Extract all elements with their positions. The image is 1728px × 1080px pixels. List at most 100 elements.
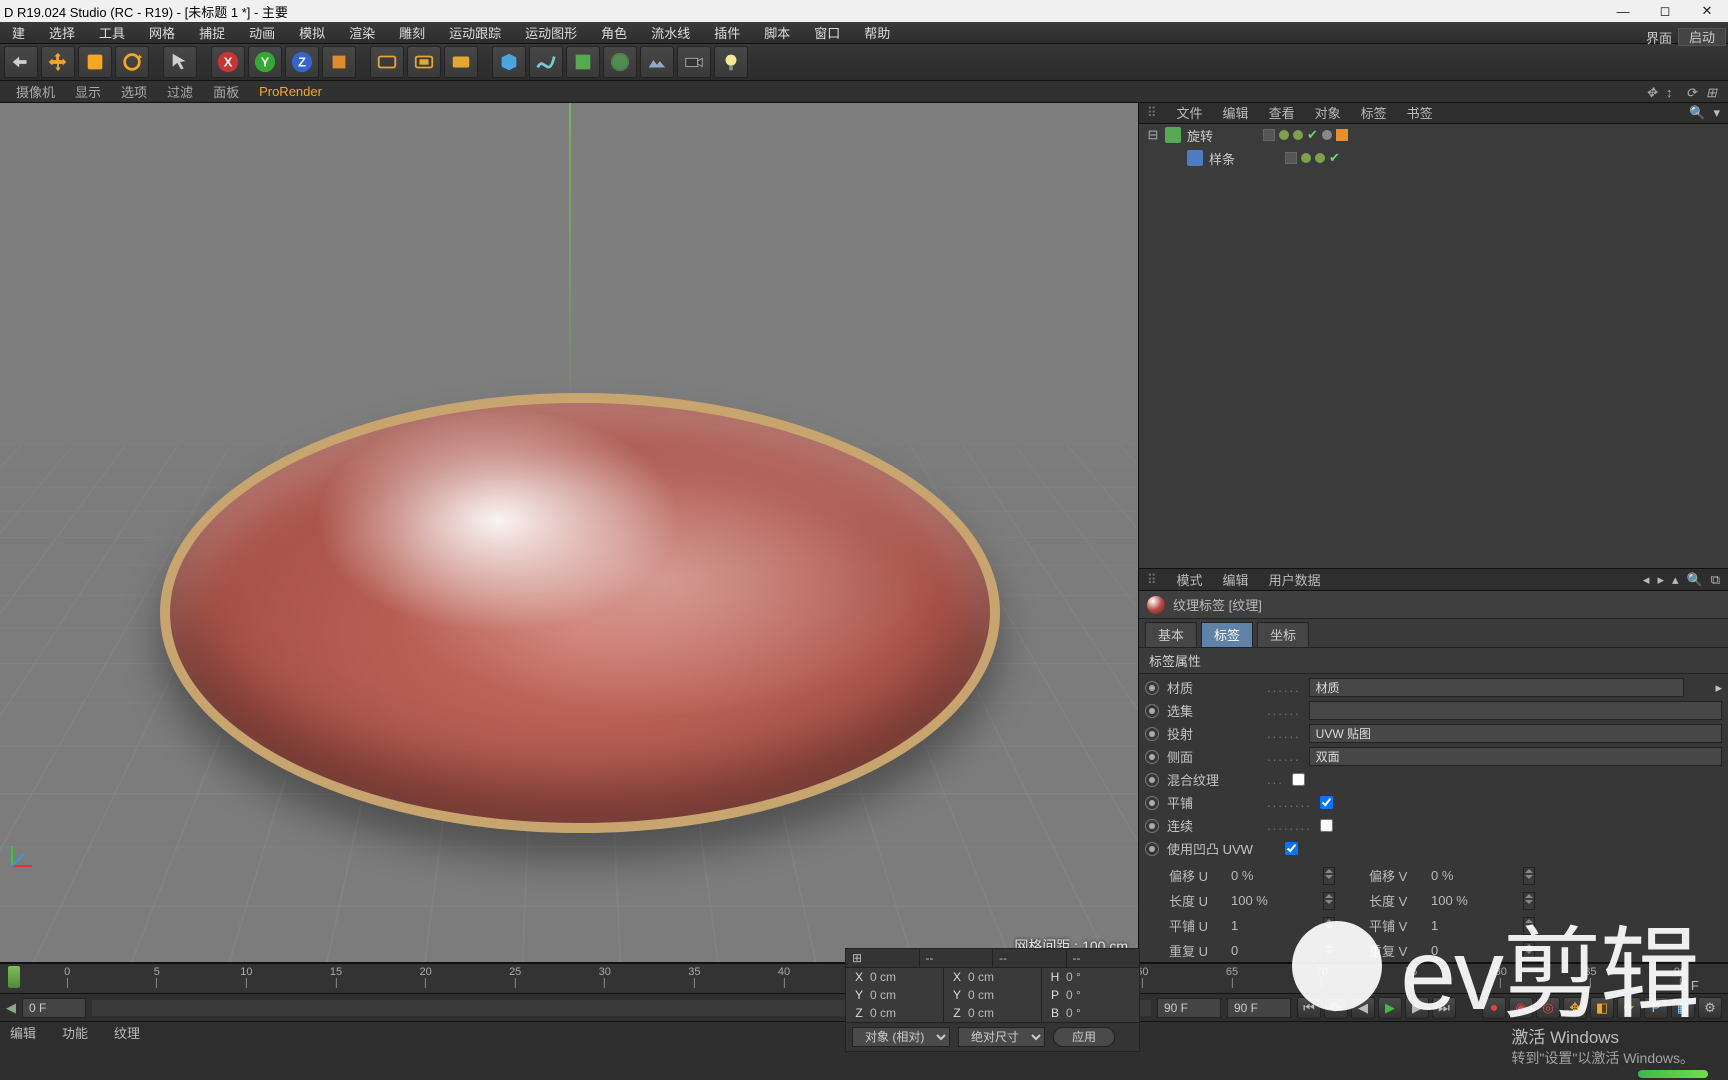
play-button[interactable]: ▶ xyxy=(1378,997,1402,1019)
key-rot-button[interactable]: ⟳ xyxy=(1617,997,1641,1019)
visibility-render-icon[interactable] xyxy=(1293,130,1303,140)
vp-nav-icon[interactable]: ↕ xyxy=(1666,85,1680,99)
spinner[interactable] xyxy=(1523,867,1535,885)
pick-icon[interactable]: 🔍 xyxy=(1687,572,1703,588)
window-minimize-button[interactable]: — xyxy=(1616,4,1630,18)
tileV-field[interactable]: 1 xyxy=(1431,918,1517,933)
obj-tab[interactable]: 文件 xyxy=(1177,103,1203,122)
filter-icon[interactable]: ▾ xyxy=(1713,105,1720,121)
offsetU-field[interactable]: 0 % xyxy=(1231,868,1317,883)
spinner[interactable] xyxy=(1323,892,1335,910)
subtab-tag[interactable]: 标签 xyxy=(1201,622,1253,647)
obj-tab[interactable]: 对象 xyxy=(1315,103,1341,122)
step-back-button[interactable]: ◀ xyxy=(1351,997,1375,1019)
size-y-field[interactable]: 0 cm xyxy=(968,988,994,1002)
layer-icon[interactable] xyxy=(1263,129,1275,141)
bottomtab[interactable]: 纹理 xyxy=(114,1023,140,1042)
material-tag-icon[interactable] xyxy=(1336,129,1348,141)
nav-back-icon[interactable]: ◂ xyxy=(1643,572,1650,588)
rot-p-field[interactable]: 0 ° xyxy=(1066,988,1081,1002)
menu-item[interactable]: 角色 xyxy=(589,23,639,42)
key-options-button[interactable]: ⚙ xyxy=(1698,997,1722,1019)
key-pos-button[interactable]: ✥ xyxy=(1563,997,1587,1019)
menu-item[interactable]: 工具 xyxy=(87,23,137,42)
key-scale-button[interactable]: ◧ xyxy=(1590,997,1614,1019)
axis-x-button[interactable]: X xyxy=(211,46,245,78)
coord-rel-select[interactable]: 对象 (相对) xyxy=(852,1027,950,1047)
loop-button[interactable]: ⟳ xyxy=(1324,997,1348,1019)
bottomtab[interactable]: 编辑 xyxy=(10,1023,36,1042)
material-picker-icon[interactable]: ▸ xyxy=(1715,680,1722,696)
menu-item[interactable]: 运动跟踪 xyxy=(437,23,513,42)
record-button[interactable]: ⏺ xyxy=(1482,997,1506,1019)
menu-item[interactable]: 插件 xyxy=(702,23,752,42)
subtab-coord[interactable]: 坐标 xyxy=(1257,622,1309,647)
coordinate-system-button[interactable] xyxy=(322,46,356,78)
autokey-button[interactable]: ◉ xyxy=(1509,997,1533,1019)
render-view-button[interactable] xyxy=(370,46,404,78)
spline-button[interactable] xyxy=(529,46,563,78)
tree-expander-icon[interactable]: ⊟ xyxy=(1147,127,1159,143)
menu-item[interactable]: 模拟 xyxy=(287,23,337,42)
goto-start-icon[interactable]: ◀ xyxy=(6,1000,16,1016)
generator-button[interactable] xyxy=(566,46,600,78)
nav-up-icon[interactable]: ▴ xyxy=(1672,572,1679,588)
layer-icon[interactable] xyxy=(1285,152,1297,164)
obj-tab[interactable]: 查看 xyxy=(1269,103,1295,122)
material-swatch-icon[interactable] xyxy=(1692,680,1707,695)
nav-fwd-icon[interactable]: ▸ xyxy=(1657,572,1664,588)
spinner[interactable] xyxy=(1323,917,1335,935)
spinner[interactable] xyxy=(1523,917,1535,935)
xpresso-dot-icon[interactable] xyxy=(1322,130,1332,140)
vp-nav-icon[interactable]: ⟳ xyxy=(1686,85,1700,99)
goto-start-button[interactable]: ⏮ xyxy=(1297,997,1321,1019)
repeatU-field[interactable]: 0 xyxy=(1231,943,1317,958)
pos-x-field[interactable]: 0 cm xyxy=(870,970,896,984)
lengthU-field[interactable]: 100 % xyxy=(1231,893,1317,908)
size-x-field[interactable]: 0 cm xyxy=(968,970,994,984)
vp-menu[interactable]: 显示 xyxy=(65,82,111,101)
obj-tab[interactable]: 标签 xyxy=(1361,103,1387,122)
menu-item[interactable]: 脚本 xyxy=(752,23,802,42)
subtab-basic[interactable]: 基本 xyxy=(1145,622,1197,647)
pos-y-field[interactable]: 0 cm xyxy=(870,988,896,1002)
seam-checkbox[interactable] xyxy=(1320,819,1333,832)
scale-button[interactable] xyxy=(78,46,112,78)
camera-button[interactable] xyxy=(677,46,711,78)
tree-row-spline[interactable]: 样条 ✔ xyxy=(1139,147,1728,170)
vp-prorender[interactable]: ProRender xyxy=(249,84,332,99)
projection-select[interactable]: UVW 贴图 xyxy=(1309,724,1722,743)
side-select[interactable]: 双面 xyxy=(1309,747,1722,766)
light-button[interactable] xyxy=(714,46,748,78)
menu-item[interactable]: 建 xyxy=(0,23,37,42)
objects-tree[interactable]: ⊟ 旋转 ✔ 样条 xyxy=(1139,124,1728,568)
environment-button[interactable] xyxy=(640,46,674,78)
menu-item[interactable]: 动画 xyxy=(237,23,287,42)
spinner[interactable] xyxy=(1323,942,1335,960)
coord-scale-select[interactable]: 绝对尺寸 xyxy=(958,1027,1045,1047)
viewport[interactable]: 网格间距 : 100 cm xyxy=(0,103,1138,962)
mix-checkbox[interactable] xyxy=(1292,773,1305,786)
undo-button[interactable] xyxy=(4,46,38,78)
usebump-checkbox[interactable] xyxy=(1285,842,1298,855)
vp-nav-icon[interactable]: ⊞ xyxy=(1706,85,1720,99)
menu-item[interactable]: 捕捉 xyxy=(187,23,237,42)
menu-item[interactable]: 网格 xyxy=(137,23,187,42)
search-icon[interactable]: 🔍 xyxy=(1689,105,1705,121)
menu-item[interactable]: 流水线 xyxy=(639,23,702,42)
menu-item[interactable]: 运动图形 xyxy=(513,23,589,42)
vp-menu[interactable]: 过滤 xyxy=(157,82,203,101)
rot-b-field[interactable]: 0 ° xyxy=(1066,1006,1081,1020)
start-frame-input[interactable] xyxy=(22,998,86,1018)
axis-y-button[interactable]: Y xyxy=(248,46,282,78)
step-fwd-button[interactable]: ▶ xyxy=(1405,997,1429,1019)
window-close-button[interactable]: ✕ xyxy=(1700,4,1714,18)
tree-row-lathe[interactable]: ⊟ 旋转 ✔ xyxy=(1139,124,1728,147)
obj-tab[interactable]: 书签 xyxy=(1407,103,1433,122)
enabled-check-icon[interactable]: ✔ xyxy=(1329,150,1340,166)
deformer-button[interactable] xyxy=(603,46,637,78)
end-frame-input[interactable] xyxy=(1157,998,1221,1018)
vp-menu[interactable]: 面板 xyxy=(203,82,249,101)
vp-menu[interactable]: 摄像机 xyxy=(6,82,65,101)
menu-item[interactable]: 选择 xyxy=(37,23,87,42)
